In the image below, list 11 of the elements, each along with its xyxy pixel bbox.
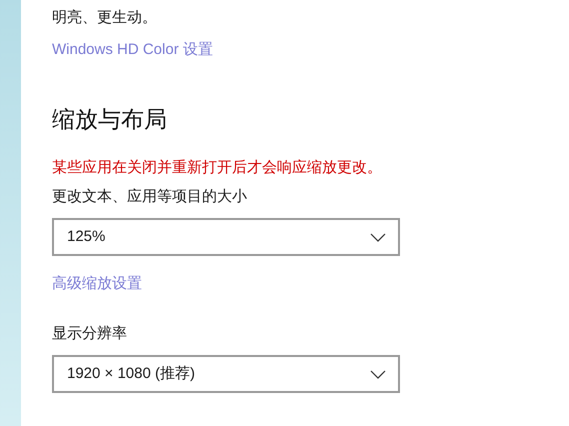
advanced-scaling-link[interactable]: 高级缩放设置	[52, 274, 400, 294]
section-heading: 缩放与布局	[52, 105, 168, 134]
warning-text: 某些应用在关闭并重新打开后才会响应缩放更改。	[52, 158, 383, 178]
scale-dropdown[interactable]: 125%	[52, 218, 400, 256]
resolution-dropdown[interactable]: 1920 × 1080 (推荐)	[52, 355, 400, 393]
description-text: 明亮、更生动。	[52, 8, 158, 28]
resolution-label: 显示分辨率	[52, 324, 128, 344]
hd-color-settings-link[interactable]: Windows HD Color 设置	[52, 40, 400, 60]
chevron-down-icon	[370, 232, 386, 242]
scale-label: 更改文本、应用等项目的大小	[52, 187, 248, 207]
chevron-down-icon	[370, 370, 386, 378]
